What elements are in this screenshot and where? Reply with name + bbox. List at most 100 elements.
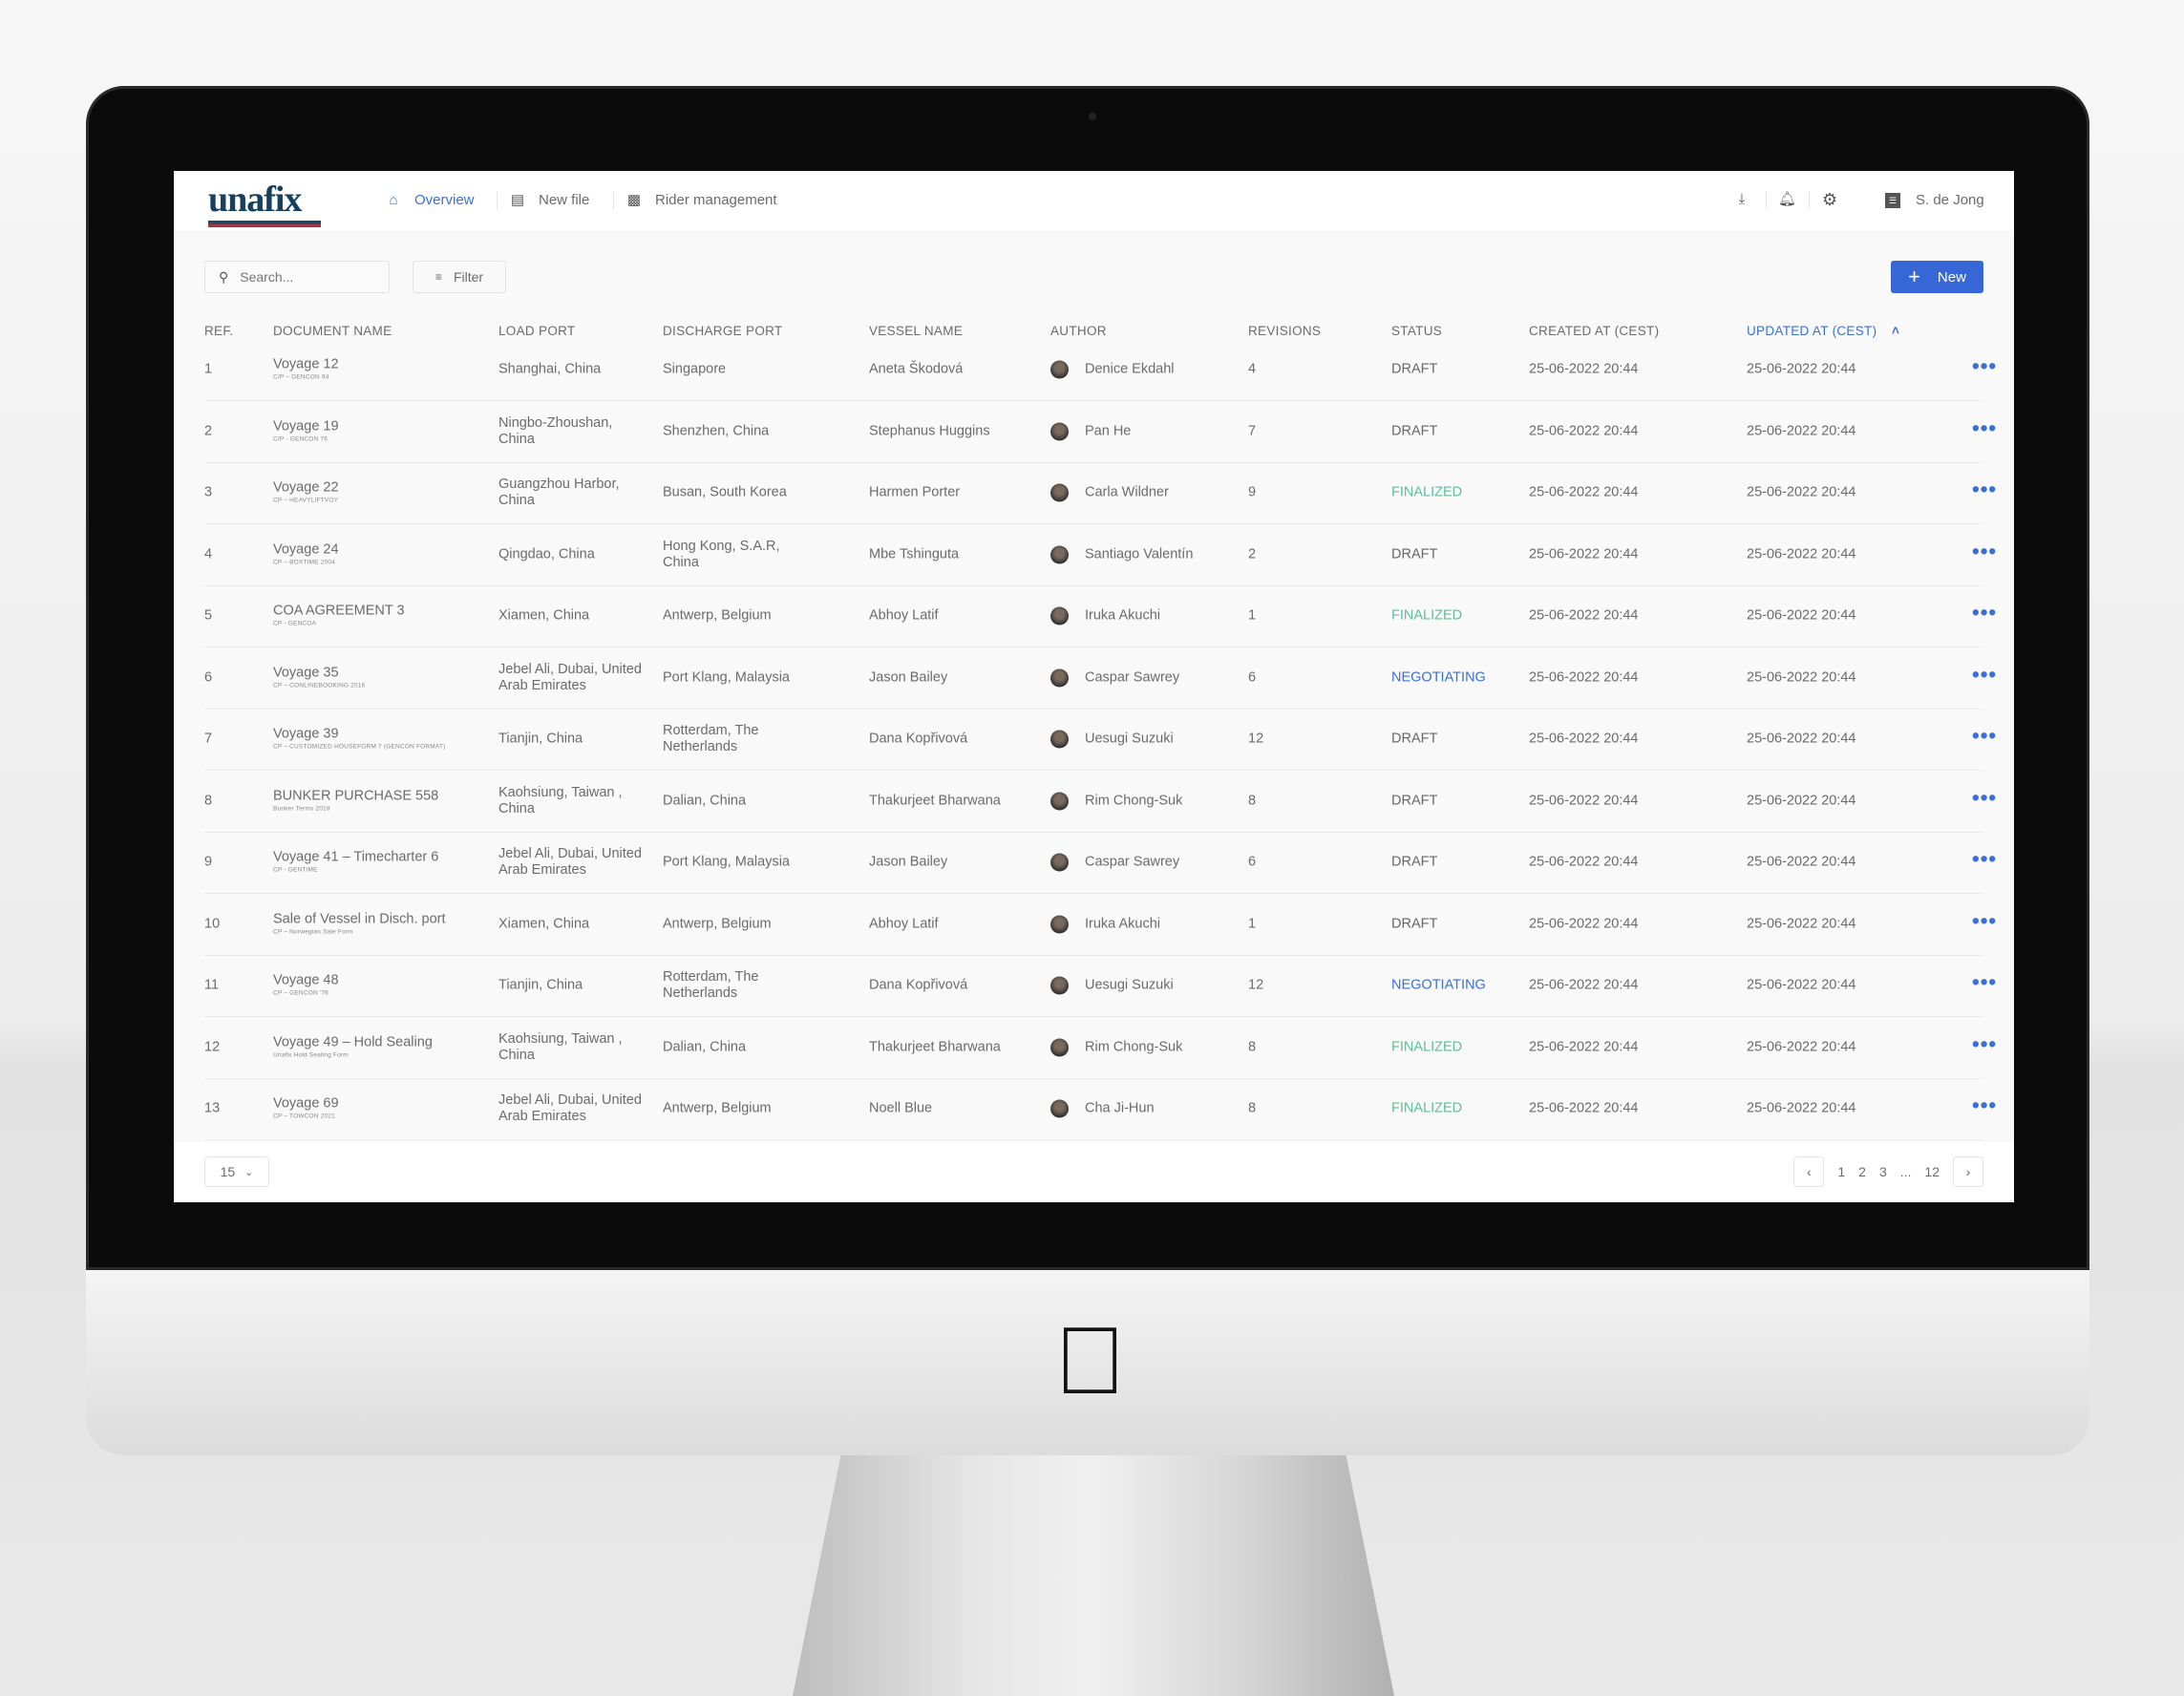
cell-ref: 13 — [204, 1100, 221, 1116]
status-badge: DRAFT — [1391, 731, 1438, 747]
document-name[interactable]: BUNKER PURCHASE 558 — [273, 788, 438, 803]
table-row[interactable]: 10 Sale of Vessel in Disch. port CP – Norw… — [204, 894, 1996, 956]
more-options-icon[interactable]: ••• — [1972, 971, 1997, 992]
user-menu-icon[interactable]: ☰ — [1885, 193, 1900, 208]
page-link[interactable]: 1 — [1837, 1164, 1845, 1179]
more-options-icon[interactable]: ••• — [1972, 355, 1997, 376]
cell-vessel: Abhoy Latif — [869, 607, 939, 624]
document-name[interactable]: Sale of Vessel in Disch. port — [273, 911, 446, 926]
cell-discharge: Antwerp, Belgium — [663, 607, 772, 624]
table-row[interactable]: 2 Voyage 19 C/P - GENCON 76 Ningbo-Zhoushan… — [204, 401, 1996, 463]
column-header[interactable]: REVISIONS — [1248, 324, 1321, 338]
filter-button[interactable]: ≡ Filter — [413, 261, 506, 293]
sort-asc-icon[interactable]: ˄ — [1892, 324, 1899, 338]
gear-icon[interactable]: ⚙ — [1822, 191, 1837, 208]
column-header[interactable]: VESSEL NAME — [869, 324, 963, 338]
table-row[interactable]: 9 Voyage 41 – Timecharter 6 CP - GENTIME Je… — [204, 832, 1996, 894]
table-row[interactable]: 3 Voyage 22 CP – HEAVYLIFTVOY Guangzhou Har… — [204, 462, 1996, 524]
nav-label: New file — [539, 192, 590, 208]
document-name[interactable]: Voyage 69 — [273, 1096, 339, 1112]
more-options-icon[interactable]: ••• — [1972, 478, 1997, 499]
page-link[interactable]: 3 — [1879, 1164, 1887, 1179]
cell-updated: 25-06-2022 20:44 — [1747, 484, 1856, 500]
more-options-icon[interactable]: ••• — [1972, 1094, 1997, 1115]
search-box[interactable]: ⚲ — [204, 261, 390, 293]
cell-vessel: Mbe Tshinguta — [869, 546, 960, 562]
table-row[interactable]: 11 Voyage 48 CP – GENCON '76 Tianjin, China… — [204, 955, 1996, 1017]
column-header[interactable]: REF. — [204, 324, 233, 338]
new-button[interactable]: + New — [1891, 261, 1983, 293]
user-name[interactable]: S. de Jong — [1916, 192, 1984, 208]
prev-page-button[interactable]: ‹ — [1793, 1156, 1825, 1187]
document-name[interactable]: Voyage 24 — [273, 541, 339, 557]
document-name[interactable]: Voyage 22 — [273, 480, 339, 496]
table-row[interactable]: 8 BUNKER PURCHASE 558 Bunker Terms 2018 Kao… — [204, 771, 1996, 833]
nav-new-file[interactable]: ▤ New file — [510, 192, 589, 208]
cell-created: 25-06-2022 20:44 — [1529, 1039, 1639, 1054]
more-options-icon[interactable]: ••• — [1972, 910, 1997, 931]
column-header[interactable]: LOAD PORT — [498, 324, 575, 338]
cell-discharge: Dalian, China — [663, 793, 747, 808]
cell-load: Shanghai, China — [498, 361, 602, 377]
document-name[interactable]: Voyage 49 – Hold Sealing — [273, 1034, 433, 1049]
document-form: Unafix Hold Sealing Form — [273, 1051, 349, 1058]
table-row[interactable]: 12 Voyage 49 – Hold Sealing Unafix Hold Se… — [204, 1017, 1996, 1079]
table-row[interactable]: 4 Voyage 24 CP – BOXTIME 2004 Qingdao, Chin… — [204, 524, 1996, 586]
cell-updated: 25-06-2022 20:44 — [1747, 916, 1856, 931]
cell-revisions: 6 — [1248, 669, 1257, 685]
author-name: Rim Chong-Suk — [1085, 793, 1183, 808]
author-name: Uesugi Suzuki — [1085, 977, 1174, 993]
document-name[interactable]: Voyage 12 — [273, 357, 339, 372]
table-row[interactable]: 7 Voyage 39 CP – CUSTOMIZED HOUSEFORM 7 (G… — [204, 709, 1996, 771]
nav-rider-management[interactable]: ▩ Rider management — [626, 192, 777, 208]
column-header[interactable]: CREATED AT (CEST) — [1529, 324, 1659, 338]
document-form: CP – BOXTIME 2004 — [273, 559, 336, 565]
cell-name: Voyage 22 CP – HEAVYLIFTVOY — [273, 480, 339, 506]
cell-created: 25-06-2022 20:44 — [1529, 731, 1639, 747]
more-options-icon[interactable]: ••• — [1972, 848, 1997, 869]
table-row[interactable]: 1 Voyage 12 C/P – GENCON 94 Shanghai, China… — [204, 339, 1996, 401]
more-options-icon[interactable]: ••• — [1972, 664, 1997, 685]
bell-icon[interactable]: 🔔︎ — [1778, 192, 1796, 207]
more-options-icon[interactable]: ••• — [1972, 1033, 1997, 1054]
next-page-button[interactable]: › — [1953, 1156, 1983, 1187]
column-header[interactable]: UPDATED AT (CEST) — [1747, 324, 1877, 338]
document-form: CP – HEAVYLIFTVOY — [273, 497, 339, 504]
per-page-select[interactable]: 15 ⌄ — [204, 1156, 269, 1187]
cell-name: BUNKER PURCHASE 558 Bunker Terms 2018 — [273, 788, 438, 814]
document-name[interactable]: Voyage 48 — [273, 973, 339, 988]
column-header[interactable]: STATUS — [1391, 324, 1442, 338]
cell-updated: 25-06-2022 20:44 — [1747, 607, 1856, 624]
nav-overview[interactable]: ⌂ Overview — [386, 192, 474, 208]
document-name[interactable]: Voyage 19 — [273, 418, 339, 434]
table-row[interactable]: 6 Voyage 35 CP – CONLINEBOOKING 2016 Jebel … — [204, 647, 1996, 710]
cell-vessel: Harmen Porter — [869, 484, 961, 500]
cell-name: Voyage 41 – Timecharter 6 CP - GENTIME — [273, 850, 438, 876]
table-row[interactable]: 5 COA AGREEMENT 3 CP - GENCOA Xiamen, China… — [204, 585, 1996, 647]
download-icon[interactable]: ⤓ — [1734, 192, 1749, 207]
page-link[interactable]: 2 — [1858, 1164, 1866, 1179]
table-row[interactable]: 13 Voyage 69 CP – TOWCON 2021 Jebel Ali, Du… — [204, 1078, 1996, 1140]
column-header[interactable]: AUTHOR — [1050, 324, 1107, 338]
cell-created: 25-06-2022 20:44 — [1529, 361, 1639, 377]
avatar — [1050, 915, 1069, 933]
document-name[interactable]: Voyage 41 – Timecharter 6 — [273, 850, 438, 865]
document-name[interactable]: COA AGREEMENT 3 — [273, 604, 405, 619]
cell-load: Jebel Ali, Dubai, United Arab Emirates — [498, 1092, 642, 1124]
document-name[interactable]: Voyage 35 — [273, 665, 339, 680]
more-options-icon[interactable]: ••• — [1972, 541, 1997, 562]
cell-load: Tianjin, China — [498, 977, 583, 993]
more-options-icon[interactable]: ••• — [1972, 602, 1997, 623]
more-options-icon[interactable]: ••• — [1972, 417, 1997, 438]
search-input[interactable] — [240, 269, 374, 285]
more-options-icon[interactable]: ••• — [1972, 787, 1997, 808]
cell-name: Voyage 49 – Hold Sealing Unafix Hold Seal… — [273, 1034, 433, 1060]
document-name[interactable]: Voyage 39 — [273, 727, 339, 742]
logo[interactable]: unafix — [208, 179, 302, 221]
page-link[interactable]: 12 — [1924, 1164, 1940, 1179]
column-header[interactable]: DISCHARGE PORT — [663, 324, 782, 338]
plus-icon: + — [1908, 265, 1920, 288]
column-header[interactable]: DOCUMENT NAME — [273, 324, 392, 338]
more-options-icon[interactable]: ••• — [1972, 725, 1997, 746]
cell-updated: 25-06-2022 20:44 — [1747, 361, 1856, 377]
